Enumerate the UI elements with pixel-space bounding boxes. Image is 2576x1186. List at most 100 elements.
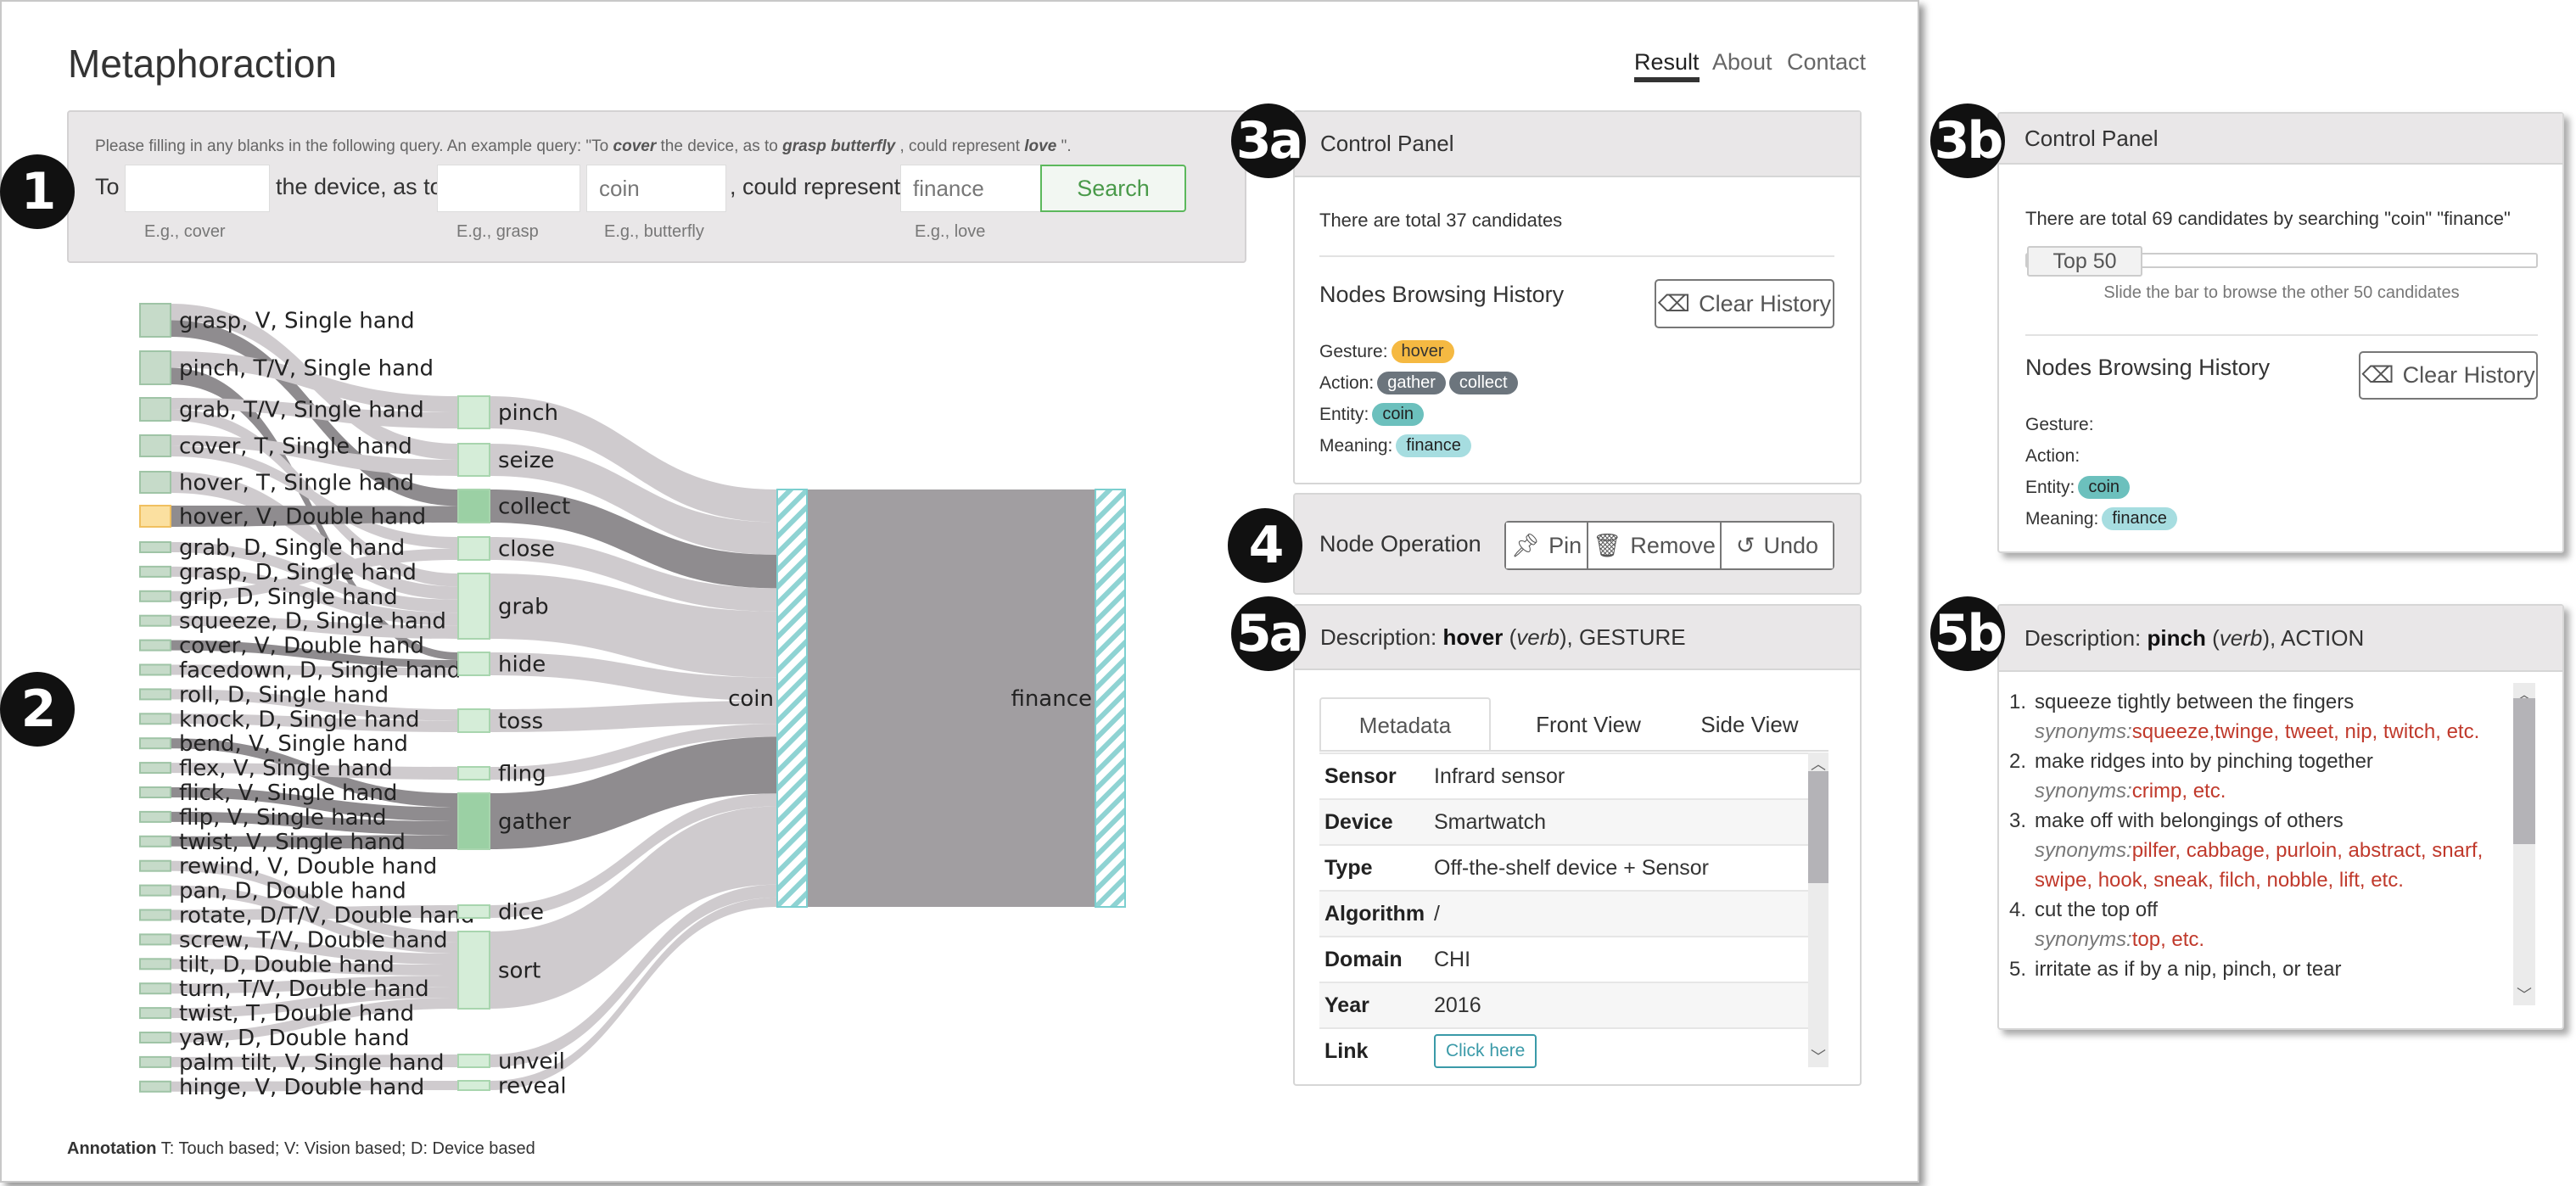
history-pill[interactable]: coin <box>1372 403 1425 426</box>
scroll-down-icon[interactable]: ﹀ <box>1808 1045 1828 1067</box>
gesture-node[interactable] <box>139 688 171 701</box>
meaning-node-label[interactable]: finance <box>1011 686 1092 712</box>
history-pill[interactable]: finance <box>2102 507 2177 530</box>
action-node[interactable] <box>457 792 490 850</box>
action-node[interactable] <box>457 1080 490 1091</box>
scroll-thumb[interactable] <box>1808 771 1828 883</box>
action-node-label[interactable]: sort <box>498 959 540 984</box>
gesture-node-label[interactable]: screw, T/V, Double hand <box>179 927 448 953</box>
gesture-node-label[interactable]: grip, D, Single hand <box>179 585 398 610</box>
gesture-node[interactable] <box>139 859 171 872</box>
gesture-node-label[interactable]: grab, T/V, Single hand <box>179 398 424 423</box>
history-pill[interactable]: collect <box>1448 372 1518 394</box>
gesture-node[interactable] <box>139 1007 171 1020</box>
gesture-node[interactable] <box>139 663 171 676</box>
gesture-node-label[interactable]: grasp, V, Single hand <box>179 309 415 334</box>
action-node-label[interactable]: toss <box>498 709 543 735</box>
gesture-node[interactable] <box>139 505 171 528</box>
gesture-node[interactable] <box>139 397 171 422</box>
action-node-label[interactable]: hide <box>498 652 546 678</box>
sense-scrollbar[interactable]: ︿ ﹀ <box>2513 683 2535 1005</box>
gesture-node-label[interactable]: hover, T, Single hand <box>179 471 414 496</box>
clear-history-button[interactable]: ⌫ Clear History <box>1655 279 1834 328</box>
meaning-node[interactable] <box>1095 489 1126 908</box>
gesture-node-label[interactable]: tilt, D, Double hand <box>179 952 395 977</box>
gesture-node[interactable] <box>139 982 171 995</box>
gesture-node[interactable] <box>139 471 171 494</box>
gesture-node[interactable] <box>139 786 171 798</box>
metadata-scrollbar[interactable]: ︿ ﹀ <box>1808 752 1828 1067</box>
slider-handle[interactable]: Top 50 <box>2027 246 2142 277</box>
action-node[interactable] <box>457 931 490 1010</box>
scroll-down-icon[interactable]: ﹀ <box>2513 983 2535 1005</box>
history-pill[interactable]: coin <box>2078 476 2131 499</box>
gesture-node[interactable] <box>139 303 171 338</box>
action-node-label[interactable]: pinch <box>498 400 558 426</box>
action-node[interactable] <box>457 395 490 429</box>
gesture-node-label[interactable]: bend, V, Single hand <box>179 731 408 757</box>
gesture-node-label[interactable]: hover, V, Double hand <box>179 505 426 530</box>
gesture-node[interactable] <box>139 590 171 602</box>
gesture-node-label[interactable]: twist, V, Single hand <box>179 830 406 855</box>
action-node[interactable] <box>457 489 490 523</box>
undo-button[interactable]: ↺ Undo <box>1722 523 1833 568</box>
action-node-label[interactable]: gather <box>498 809 571 835</box>
gesture-node-label[interactable]: twist, T, Double hand <box>179 1001 414 1027</box>
action-node[interactable] <box>457 536 490 561</box>
action-node-label[interactable]: grab <box>498 595 549 620</box>
gesture-node-label[interactable]: flick, V, Single hand <box>179 780 397 806</box>
gesture-node-label[interactable]: grab, D, Single hand <box>179 535 405 561</box>
gesture-node-label[interactable]: facedown, D, Single hand <box>179 658 461 684</box>
gesture-node-label[interactable]: palm tilt, V, Single hand <box>179 1050 445 1076</box>
action-node[interactable] <box>457 1054 490 1068</box>
gesture-node-label[interactable]: cover, T, Single hand <box>179 434 412 460</box>
gesture-node[interactable] <box>139 762 171 775</box>
action-node[interactable] <box>457 766 490 780</box>
gesture-node[interactable] <box>139 639 171 652</box>
scroll-thumb[interactable] <box>2513 698 2535 844</box>
gesture-node-label[interactable]: cover, V, Double hand <box>179 634 424 659</box>
action-node-label[interactable]: close <box>498 537 555 562</box>
gesture-node[interactable] <box>139 909 171 921</box>
nav-result[interactable]: Result <box>1634 49 1700 82</box>
gesture-node[interactable] <box>139 541 171 553</box>
nav-about[interactable]: About <box>1712 49 1772 76</box>
gesture-node-label[interactable]: yaw, D, Double hand <box>179 1026 409 1051</box>
action-node-label[interactable]: seize <box>498 448 554 473</box>
gesture-node[interactable] <box>139 884 171 897</box>
gesture-node[interactable] <box>139 1032 171 1043</box>
action-node[interactable] <box>457 443 490 477</box>
clear-history-button-b[interactable]: ⌫ Clear History <box>2359 351 2538 400</box>
gesture-node-label[interactable]: pan, D, Double hand <box>179 879 406 904</box>
gesture-node-label[interactable]: rotate, D/T/V, Double hand <box>179 903 474 929</box>
gesture-node-label[interactable]: flip, V, Single hand <box>179 805 387 831</box>
gesture-node-label[interactable]: knock, D, Single hand <box>179 707 419 732</box>
gesture-node[interactable] <box>139 810 171 823</box>
action-node-label[interactable]: unveil <box>498 1049 565 1075</box>
gesture-node[interactable] <box>139 565 171 578</box>
gesture-node-label[interactable]: squeeze, D, Single hand <box>179 609 446 635</box>
action-node-label[interactable]: reveal <box>498 1074 567 1099</box>
nav-contact[interactable]: Contact <box>1787 49 1866 76</box>
gesture-node[interactable] <box>139 434 171 457</box>
gesture-node[interactable] <box>139 958 171 971</box>
click-here-button[interactable]: Click here <box>1434 1034 1537 1068</box>
history-pill[interactable]: finance <box>1396 434 1471 457</box>
gesture-node[interactable] <box>139 350 171 385</box>
gesture-node-label[interactable]: grasp, D, Single hand <box>179 560 417 585</box>
pin-button[interactable]: 📌︎ Pin <box>1506 523 1588 568</box>
gesture-node[interactable] <box>139 1055 171 1068</box>
gesture-node-label[interactable]: flex, V, Single hand <box>179 756 393 781</box>
gesture-node-label[interactable]: roll, D, Single hand <box>179 682 389 708</box>
action-node[interactable] <box>457 904 490 919</box>
action-node-label[interactable]: dice <box>498 900 544 926</box>
gesture-node-label[interactable]: turn, T/V, Double hand <box>179 976 429 1002</box>
action-node[interactable] <box>457 652 490 676</box>
action-node[interactable] <box>457 708 490 733</box>
gesture-node[interactable] <box>139 713 171 725</box>
gesture-node[interactable] <box>139 737 171 750</box>
gesture-node[interactable] <box>139 835 171 848</box>
entity-node-label[interactable]: coin <box>728 686 774 712</box>
history-pill[interactable]: gather <box>1377 372 1446 394</box>
action-node-label[interactable]: collect <box>498 495 570 520</box>
